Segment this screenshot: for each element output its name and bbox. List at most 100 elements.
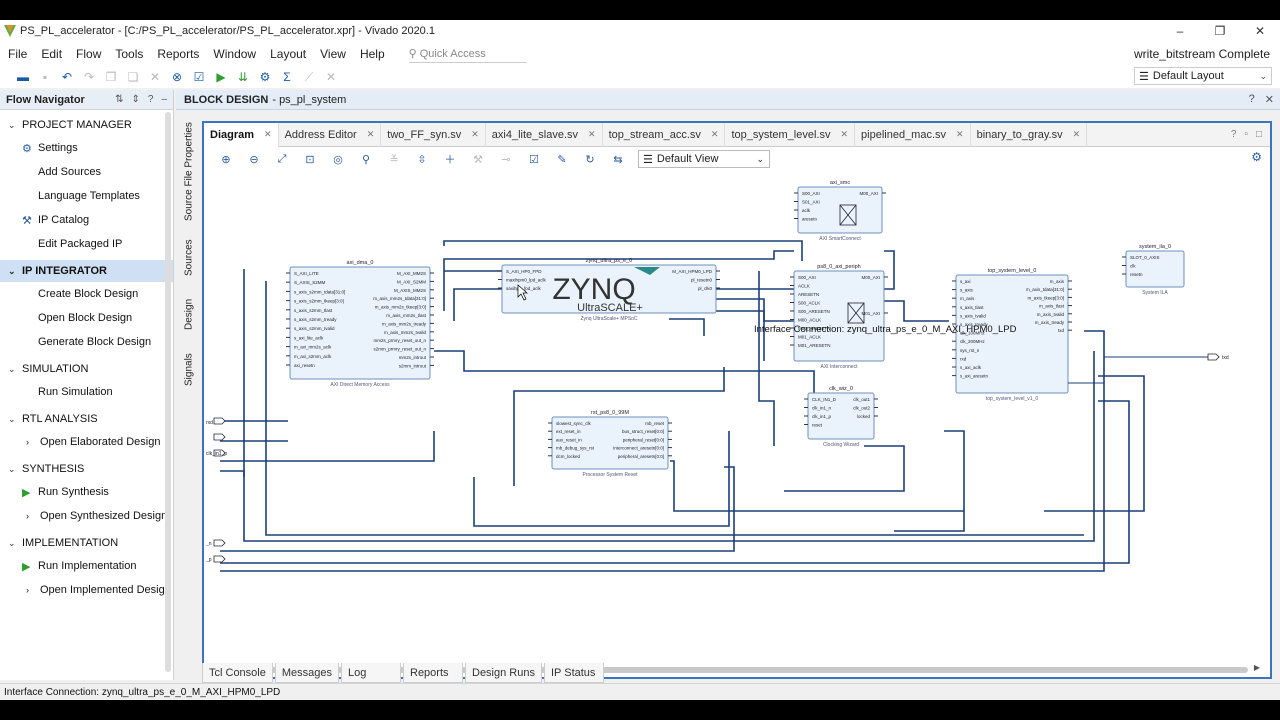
cross-tool-icon[interactable]: ✕ (320, 67, 342, 87)
close-icon[interactable]: ✕ (264, 129, 272, 140)
nav-item-create-block-design[interactable]: Create Block Design (0, 282, 173, 306)
close-icon[interactable]: ✕ (471, 129, 479, 140)
collapse-icon[interactable]: ≚ (380, 153, 408, 166)
close-icon[interactable]: ✕ (956, 129, 964, 140)
redo-icon[interactable]: ↷ (78, 67, 100, 87)
restore-icon[interactable]: ▫ (1244, 129, 1248, 140)
tab-source-file-properties[interactable]: Source File Properties (180, 118, 198, 226)
nav-item-open-synthesized-design[interactable]: › Open Synthesized Design (0, 504, 173, 528)
undo-icon[interactable]: ↶ (56, 67, 78, 87)
fit-selection-icon[interactable]: ⊡ (296, 153, 324, 166)
tab-two-ff-syn[interactable]: two_FF_syn.sv ✕ (381, 122, 486, 147)
hierarchy-icon[interactable]: ⊗ (166, 67, 188, 87)
help-icon[interactable]: ? (1249, 93, 1255, 106)
tool-icon[interactable]: ⟋ (298, 67, 320, 87)
add-ip-icon[interactable]: ＋ (436, 151, 464, 167)
run-icon[interactable]: ▶ (210, 67, 232, 87)
tab-log[interactable]: Log (341, 663, 401, 683)
nav-item-add-sources[interactable]: Add Sources (0, 160, 173, 184)
tab-sources[interactable]: Sources (180, 230, 198, 286)
wire-13[interactable] (669, 318, 705, 336)
chevron-right-icon[interactable]: › (26, 585, 29, 595)
tab-messages[interactable]: Messages (274, 663, 339, 683)
tab-signals[interactable]: Signals (180, 344, 198, 396)
nav-item-open-block-design[interactable]: Open Block Design (0, 306, 173, 330)
open-project-icon[interactable]: ▬ (12, 67, 34, 87)
wire-18[interactable] (670, 460, 964, 512)
wire-txd-out[interactable] (1103, 356, 1208, 383)
validate-design-icon[interactable]: ☑ (520, 153, 548, 166)
view-select[interactable]: ☰ Default View ⌄ (638, 150, 770, 168)
close-icon[interactable]: ✕ (588, 129, 596, 140)
copy-icon[interactable]: ❐ (100, 67, 122, 87)
block-diagram-canvas[interactable]: axi_dma_0 AXI Direct Memory Access S_AXI_L… (204, 171, 1270, 669)
section-rtl-analysis[interactable]: ⌄ RTL ANALYSIS (0, 408, 173, 430)
gear-icon[interactable]: ⚙ (1251, 150, 1262, 164)
chevron-down-icon[interactable]: ⌄ (8, 538, 22, 549)
tab-ip-status[interactable]: IP Status (543, 663, 604, 683)
section-ip-integrator[interactable]: ⌄ IP INTEGRATOR (0, 260, 173, 282)
layout-select[interactable]: ☰ Default Layout ⌄ (1134, 67, 1272, 85)
scroll-right-icon[interactable]: ▶ (1254, 663, 1260, 672)
menu-edit[interactable]: Edit (33, 47, 68, 61)
minimize-button[interactable]: – (1160, 20, 1200, 42)
tab-top-system-level[interactable]: top_system_level.sv ✕ (725, 122, 856, 147)
run-automation-icon[interactable]: ✎ (548, 153, 576, 166)
refresh-icon[interactable]: ↻ (576, 153, 604, 166)
close-button[interactable]: ✕ (1240, 20, 1280, 42)
tab-design[interactable]: Design (180, 290, 198, 338)
minimize-panel-icon[interactable]: – (161, 94, 167, 105)
menu-tools[interactable]: Tools (107, 47, 149, 61)
maximize-icon[interactable]: □ (1256, 129, 1262, 140)
tab-axi4-lite-slave[interactable]: axi4_lite_slave.sv ✕ (486, 122, 603, 147)
wire-8[interactable] (884, 300, 949, 322)
nav-item-language-templates[interactable]: Language Templates (0, 184, 173, 208)
help-icon[interactable]: ? (148, 94, 154, 105)
tab-diagram[interactable]: Diagram ✕ (204, 122, 279, 147)
nav-item-open-elaborated-design[interactable]: › Open Elaborated Design (0, 430, 173, 454)
wire-15[interactable] (220, 431, 435, 462)
close-icon[interactable]: ✕ (840, 129, 848, 140)
wrench-icon[interactable]: ⚒ (464, 153, 492, 166)
menu-reports[interactable]: Reports (149, 47, 205, 61)
nav-item-ip-catalog[interactable]: ⚒ IP Catalog (0, 208, 173, 232)
zoom-in-icon[interactable]: ⊕ (212, 153, 240, 166)
external-port-0[interactable] (213, 417, 226, 425)
nav-item-generate-block-design[interactable]: Generate Block Design (0, 330, 173, 354)
auto-connect-icon[interactable]: ◎ (324, 153, 352, 166)
section-implementation[interactable]: ⌄ IMPLEMENTATION (0, 532, 173, 554)
tab-pipelined-mac[interactable]: pipelined_mac.sv ✕ (855, 122, 971, 147)
disconnect-icon[interactable]: ⊸ (492, 153, 520, 166)
validate-icon[interactable]: ☑ (188, 67, 210, 87)
chevron-down-icon[interactable]: ⌄ (8, 266, 22, 277)
flow-navigator-scrollbar[interactable] (165, 112, 171, 672)
nav-item-run-simulation[interactable]: Run Simulation (0, 380, 173, 404)
help-icon[interactable]: ? (1231, 129, 1237, 140)
zoom-out-icon[interactable]: ⊖ (240, 153, 268, 166)
chevron-down-icon[interactable]: ⌄ (8, 120, 22, 131)
tab-address-editor[interactable]: Address Editor ✕ (279, 122, 382, 147)
nav-item-settings[interactable]: ⚙ Settings (0, 136, 173, 160)
close-icon[interactable]: ✕ (1073, 129, 1081, 140)
chevron-down-icon[interactable]: ⌄ (8, 414, 22, 425)
external-port-4[interactable] (213, 555, 226, 563)
menu-help[interactable]: Help (352, 47, 391, 61)
chevron-right-icon[interactable]: › (26, 511, 29, 521)
tab-reports[interactable]: Reports (403, 663, 463, 683)
menu-view[interactable]: View (312, 47, 352, 61)
wire-19[interactable] (758, 271, 775, 446)
menu-layout[interactable]: Layout (262, 47, 312, 61)
wire-23[interactable] (220, 470, 245, 477)
external-port-txd[interactable] (1207, 353, 1220, 361)
section-simulation[interactable]: ⌄ SIMULATION (0, 358, 173, 380)
tab-binary-to-gray[interactable]: binary_to_gray.sv ✕ (971, 122, 1088, 147)
nav-item-open-implemented-design[interactable]: › Open Implemented Design (0, 578, 173, 602)
chevron-down-icon[interactable]: ⌄ (8, 464, 22, 475)
settings-icon[interactable]: ⚙ (254, 67, 276, 87)
nav-item-run-synthesis[interactable]: ▶ Run Synthesis (0, 480, 173, 504)
sigma-icon[interactable]: Σ (276, 67, 298, 87)
save-icon[interactable]: ▪ (34, 67, 56, 87)
close-icon[interactable]: ✕ (1265, 93, 1274, 106)
section-project-manager[interactable]: ⌄ PROJECT MANAGER (0, 114, 173, 136)
chevron-down-icon[interactable]: ⌄ (8, 364, 22, 375)
